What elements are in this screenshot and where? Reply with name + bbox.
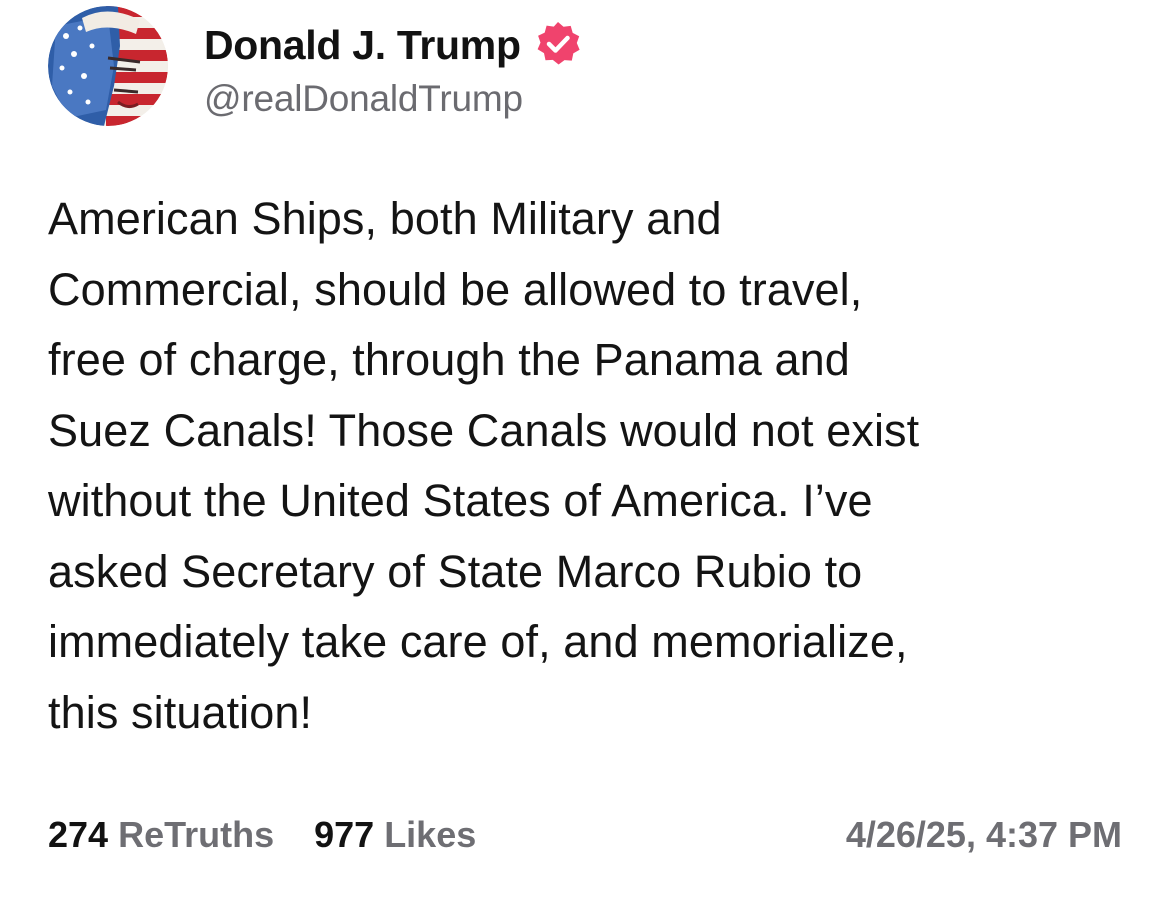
likes-label: Likes xyxy=(384,814,477,855)
truth-social-post: Donald J. Trump @realDonaldTrump America… xyxy=(0,0,1170,902)
author-info: Donald J. Trump @realDonaldTrump xyxy=(204,20,583,120)
author-handle[interactable]: @realDonaldTrump xyxy=(204,78,583,120)
post-timestamp[interactable]: 4/26/25, 4:37 PM xyxy=(846,814,1122,856)
retruths-count: 274 xyxy=(48,814,109,855)
verified-badge-icon xyxy=(533,20,583,70)
retruths-stat[interactable]: 274 ReTruths xyxy=(48,814,274,856)
flag-portrait-avatar-icon xyxy=(48,6,168,126)
likes-stat[interactable]: 977 Likes xyxy=(314,814,476,856)
post-text: American Ships, both Military and Commer… xyxy=(48,193,920,738)
retruths-label: ReTruths xyxy=(118,814,275,855)
display-name-row: Donald J. Trump xyxy=(204,20,583,70)
likes-count: 977 xyxy=(314,814,375,855)
post-footer: 274 ReTruths 977 Likes 4/26/25, 4:37 PM xyxy=(48,810,1122,860)
avatar[interactable] xyxy=(48,6,168,126)
display-name[interactable]: Donald J. Trump xyxy=(204,22,521,69)
post-header: Donald J. Trump @realDonaldTrump xyxy=(48,6,1118,130)
verified-badge-shape xyxy=(537,22,580,65)
